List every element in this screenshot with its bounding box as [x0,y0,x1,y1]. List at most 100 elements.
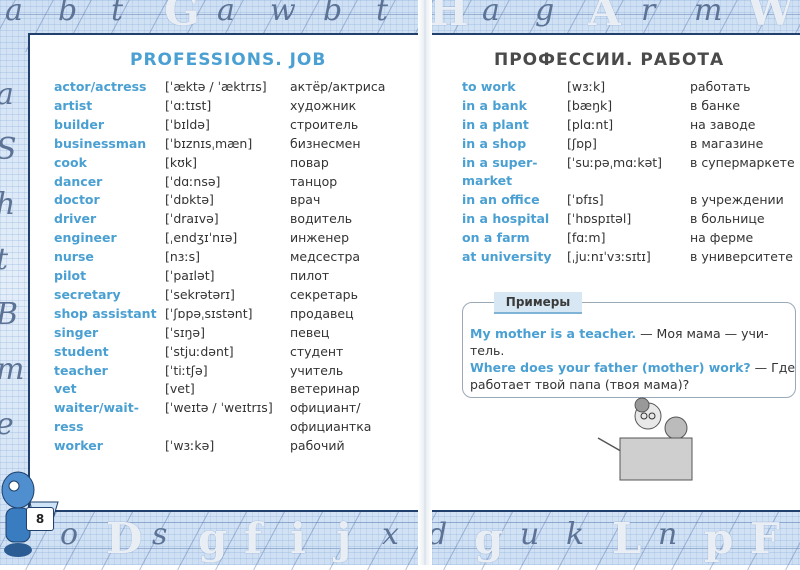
mascot-feet [4,543,32,557]
slant-guide [785,508,800,570]
decorative-letter: L [612,514,642,563]
russian-translation: секретарь [290,286,358,302]
transcription: [nɜːs] [165,249,201,265]
russian-translation: инженер [290,230,350,246]
transcription: [ˈhɒspɪtəl] [567,211,632,227]
english-word: cook [54,154,87,170]
decorative-letter: G [164,0,200,35]
decorative-letter: u [520,517,540,552]
decorative-letter: F [750,514,780,563]
english-word: shop assistant [54,305,157,321]
english-word: driver [54,211,97,227]
russian-translation: в супермаркете [690,154,795,170]
example-line: My mother is a teacher. — Моя мама — учи… [470,325,769,342]
english-word: worker [54,438,103,454]
russian-translation: медсестра [290,249,361,265]
example-english: My mother is a teacher. [470,326,637,341]
russian-translation: повар [290,154,329,170]
transcription: [ˈtiːtʃə] [165,362,208,378]
russian-translation: официант/ [290,400,361,416]
transcription: [ˈɒfɪs] [567,192,604,208]
transcription: [ˈsekrətərɪ] [165,286,235,302]
decorative-letter: s [152,517,168,552]
decorative-letter: f [244,514,263,563]
russian-translation: в банке [690,97,741,113]
transcription: [ˈstjuːdənt] [165,343,234,359]
english-word: builder [54,116,105,132]
russian-translation: на ферме [690,230,754,246]
decorative-letter: x [382,517,399,552]
mascot-eye [8,480,20,492]
decorative-letter: t [111,0,124,28]
transcription: [ˈɑːtɪst] [165,97,212,113]
russian-translation: художник [290,97,357,113]
english-word: at university [462,249,552,265]
example-russian: работает твой папа (твоя мама)? [470,377,690,392]
transcription: [ˈwɜːkə] [165,438,215,454]
english-word: to work [462,79,516,94]
english-word: nurse [54,249,94,265]
transcription: [kʊk] [165,154,197,170]
english-word: businessman [54,135,147,151]
english-word: in a super- [462,154,538,170]
decorative-letter: A [588,0,621,35]
decorative-letter: t [0,245,8,275]
decorative-letter: m [0,355,24,385]
page-number: 8 [26,507,54,531]
russian-translation: на заводе [690,116,756,132]
transcription: [bæŋk] [567,97,613,113]
english-word: in a bank [462,97,527,113]
example-line: Where does your father (mother) work? — … [470,359,795,376]
decorative-letter: h [0,190,15,220]
english-word: pilot [54,268,87,283]
decorative-letter: o [60,517,79,552]
transcription: [ˈdɑːnsə] [165,173,221,189]
decorative-letter: g [474,514,504,563]
slant-guide [443,508,477,570]
english-word: secretary [54,286,121,302]
transcription: [ˈsuːpəˌmɑːkət] [567,154,663,170]
english-word: on a farm [462,230,530,246]
russian-translation: работать [690,79,751,94]
transcription: [ˈæktə / ˈæktrɪs] [165,79,267,94]
russian-translation: танцор [290,173,338,189]
transcription: [ˈweɪtə / ˈweɪtrɪs] [165,400,273,416]
example-line: работает твой папа (твоя мама)? [470,376,689,393]
transcription: [plɑːnt] [567,116,614,132]
transcription: [ˈbɪldə] [165,116,210,132]
transcription: [ˈdraɪvə] [165,211,219,227]
example-russian: тель. [470,343,505,358]
english-word: waiter/wait- [54,400,139,416]
russian-translation: ветеринар [290,381,360,397]
russian-translation: в учреждении [690,192,784,208]
transcription: [ˈʃɒpəˌsɪstənt] [165,305,253,321]
decorative-letter: a [5,0,23,28]
page-title-english: PROFESSIONS. JOB [130,50,327,70]
decorative-letter: p [704,514,734,563]
russian-translation: строитель [290,116,359,132]
russian-translation: пилот [290,268,330,283]
decorative-letter: b [323,0,343,28]
russian-translation: врач [290,192,321,208]
example-english: Where does your father (mother) work? [470,360,751,375]
decorative-letter: a [482,0,500,28]
decorative-letter: g [535,0,555,28]
russian-translation: в магазине [690,135,764,151]
transcription: [ˈdɒktə] [165,192,214,208]
decorative-letter: a [217,0,235,28]
russian-translation: актёр/актриса [290,79,386,94]
english-word: student [54,343,109,359]
russian-translation-continued: официантка [290,419,372,435]
transcription: [vet] [165,381,195,397]
decorative-letter: g [198,514,228,563]
book-gutter [418,0,432,565]
transcription: [ˈsɪŋə] [165,324,205,340]
english-word: in a plant [462,116,529,132]
transcription: [fɑːm] [567,230,606,246]
russian-translation: учитель [290,362,344,378]
english-word: singer [54,324,99,340]
decorative-letter: e [0,410,14,440]
decorative-letter: B [0,300,18,330]
russian-translation: бизнесмен [290,135,361,151]
globe-icon [664,416,688,440]
